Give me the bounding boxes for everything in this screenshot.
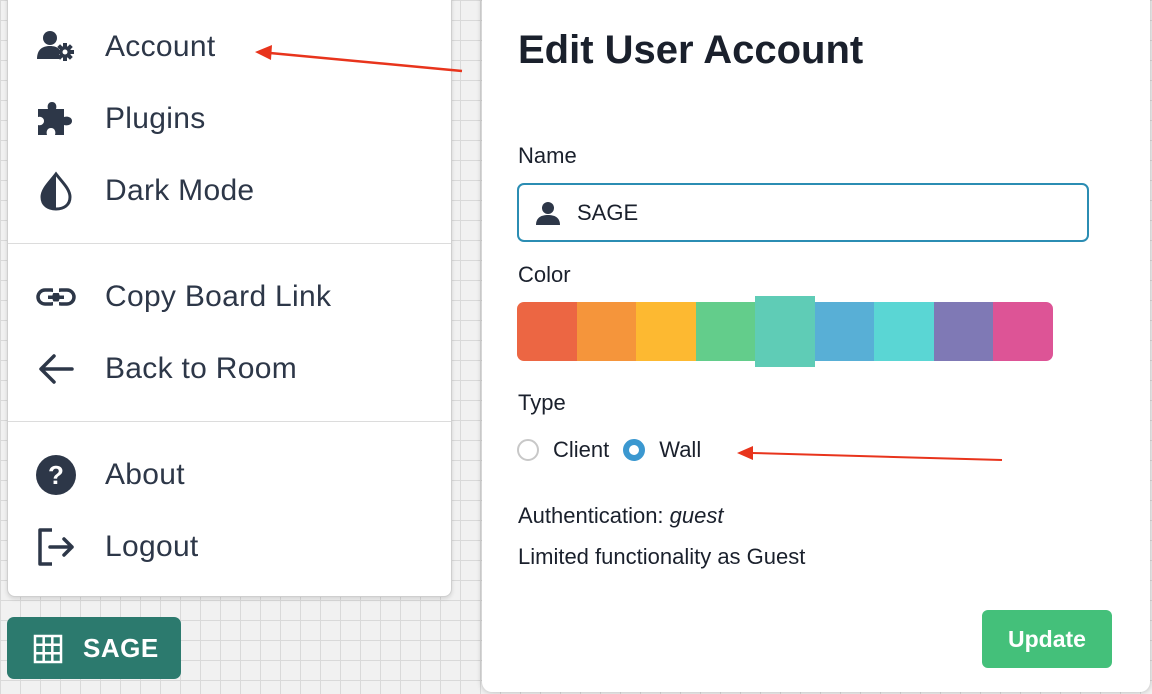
board-button[interactable]: SAGE bbox=[7, 617, 181, 679]
color-swatch[interactable] bbox=[755, 296, 816, 367]
color-swatch[interactable] bbox=[636, 302, 697, 361]
update-button[interactable]: Update bbox=[982, 610, 1112, 668]
half-drop-icon bbox=[34, 169, 78, 213]
menu-item-label: Back to Room bbox=[105, 352, 298, 385]
menu-item-label: Copy Board Link bbox=[105, 280, 332, 313]
menu-item-plugins[interactable]: Plugins bbox=[8, 91, 451, 147]
menu-item-back-to-room[interactable]: Back to Room bbox=[8, 341, 451, 397]
menu-item-label: Dark Mode bbox=[105, 174, 255, 207]
question-circle-icon: ? bbox=[34, 453, 78, 497]
menu-item-label: Plugins bbox=[105, 102, 206, 135]
name-input[interactable] bbox=[577, 195, 1057, 231]
color-swatch[interactable] bbox=[576, 302, 637, 361]
authentication-prefix: Authentication: bbox=[518, 503, 670, 528]
color-swatch[interactable] bbox=[933, 302, 994, 361]
authentication-text: Authentication: guest bbox=[518, 503, 724, 529]
arrow-left-icon bbox=[34, 347, 78, 391]
wall-radio-label: Wall bbox=[659, 437, 702, 462]
authentication-value: guest bbox=[669, 503, 724, 528]
user-menu: Account Plugins Dark Mode Copy Board Lin… bbox=[7, 0, 452, 597]
color-swatch[interactable] bbox=[993, 302, 1054, 361]
puzzle-icon bbox=[34, 97, 78, 141]
color-swatch[interactable] bbox=[874, 302, 935, 361]
menu-item-dark-mode[interactable]: Dark Mode bbox=[8, 163, 451, 219]
color-swatches bbox=[517, 296, 1054, 367]
color-label: Color bbox=[518, 262, 571, 287]
menu-item-label: About bbox=[105, 458, 185, 491]
name-input-wrapper bbox=[517, 183, 1089, 242]
menu-item-logout[interactable]: Logout bbox=[8, 519, 451, 575]
menu-item-label: Logout bbox=[105, 530, 199, 563]
client-radio-label: Client bbox=[553, 437, 610, 462]
menu-divider bbox=[8, 243, 451, 244]
modal-title: Edit User Account bbox=[518, 28, 864, 72]
link-icon bbox=[34, 275, 78, 319]
menu-item-about[interactable]: ? About bbox=[8, 447, 451, 503]
color-swatch[interactable] bbox=[695, 302, 756, 361]
color-swatch[interactable] bbox=[517, 302, 577, 361]
menu-item-account[interactable]: Account bbox=[8, 19, 451, 75]
name-label: Name bbox=[518, 143, 577, 168]
edit-user-modal: Edit User Account Name Color Type Client… bbox=[482, 0, 1150, 692]
menu-item-label: Account bbox=[105, 30, 216, 63]
client-radio[interactable] bbox=[517, 439, 539, 461]
user-icon bbox=[535, 200, 561, 231]
wall-radio[interactable] bbox=[623, 439, 646, 461]
svg-text:?: ? bbox=[48, 460, 64, 490]
type-radio-group: Client Wall bbox=[517, 436, 715, 464]
menu-divider bbox=[8, 421, 451, 422]
type-label: Type bbox=[518, 390, 566, 415]
user-gear-icon bbox=[34, 25, 78, 69]
menu-item-copy-board-link[interactable]: Copy Board Link bbox=[8, 269, 451, 325]
limited-functionality-text: Limited functionality as Guest bbox=[518, 544, 806, 569]
color-swatch[interactable] bbox=[814, 302, 875, 361]
grid-icon bbox=[33, 634, 63, 669]
board-button-label: SAGE bbox=[83, 632, 159, 663]
logout-icon bbox=[34, 525, 78, 569]
